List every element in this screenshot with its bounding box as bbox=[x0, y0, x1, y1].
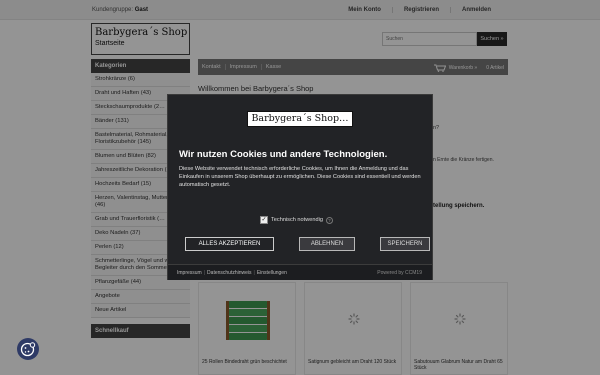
cookie-settings-button[interactable] bbox=[17, 338, 39, 360]
powered-by[interactable]: Powered by CCM19 bbox=[377, 270, 422, 276]
footer-privacy-link[interactable]: Datenschutzhinweis bbox=[207, 270, 251, 276]
cookie-consent-dialog: Barbygera´s Shop… Wir nutzen Cookies und… bbox=[167, 94, 433, 280]
info-icon[interactable]: ? bbox=[325, 216, 333, 224]
technical-cookies-option: ✓ Technisch notwendig ? bbox=[260, 216, 333, 224]
decline-button[interactable]: ABLEHNEN bbox=[299, 237, 355, 251]
dialog-text: Diese Website verwendet technisch erford… bbox=[179, 166, 421, 188]
dialog-shop-logo: Barbygera´s Shop… bbox=[247, 111, 353, 127]
footer-impressum-link[interactable]: Impressum bbox=[177, 270, 202, 276]
technical-cookies-label: Technisch notwendig bbox=[271, 217, 323, 223]
footer-settings-link[interactable]: Einstellungen bbox=[257, 270, 287, 276]
technical-cookies-checkbox[interactable]: ✓ bbox=[260, 216, 268, 224]
dialog-footer: Impressum | Datenschutzhinweis | Einstellung… bbox=[168, 264, 432, 280]
cookie-icon bbox=[20, 342, 36, 357]
dialog-buttons: ALLES AKZEPTIEREN ABLEHNEN SPEICHERN bbox=[185, 237, 430, 251]
dialog-title: Wir nutzen Cookies und andere Technologi… bbox=[179, 149, 388, 160]
accept-all-button[interactable]: ALLES AKZEPTIEREN bbox=[185, 237, 274, 251]
save-button[interactable]: SPEICHERN bbox=[380, 237, 430, 251]
